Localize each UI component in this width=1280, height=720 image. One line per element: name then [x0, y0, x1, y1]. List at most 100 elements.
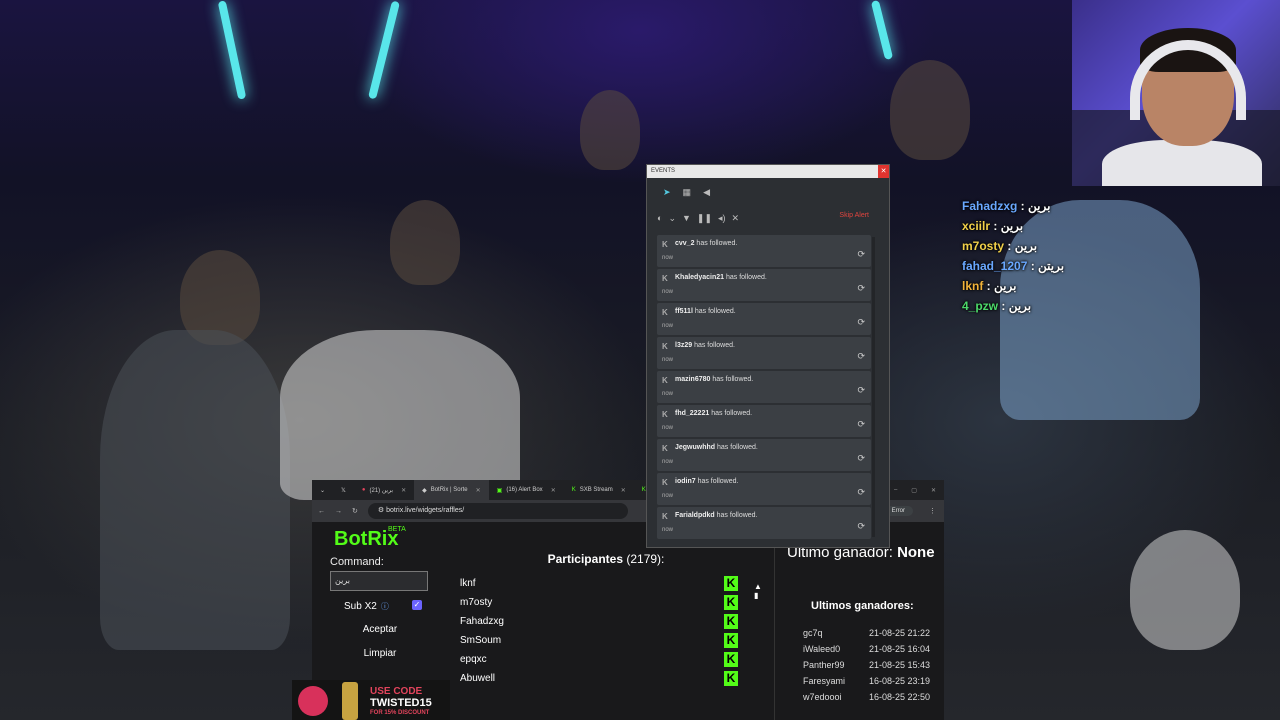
event-action: has followed.: [711, 410, 753, 417]
kick-icon: K: [662, 240, 668, 249]
browser-tab[interactable]: ▣ (16) Alert Box ✕: [489, 480, 564, 500]
info-icon[interactable]: ⓘ: [381, 601, 389, 612]
command-input[interactable]: برين: [330, 571, 428, 591]
clear-button[interactable]: Limpiar: [330, 645, 430, 663]
participants-header: Participantes (2179):: [446, 552, 766, 566]
winner-name: Faresyami: [803, 676, 846, 686]
chat-message: xciilr : برين: [962, 219, 1024, 233]
winner-row: iWaleed0 21-08-25 16:04: [803, 644, 943, 660]
event-time: now: [662, 289, 674, 295]
participants-label: Participantes: [547, 552, 623, 566]
back-icon[interactable]: ←: [318, 508, 325, 515]
browser-tab[interactable]: ◆ BotRix | Sorte ✕: [414, 480, 489, 500]
replay-icon[interactable]: ⟳: [857, 487, 865, 498]
winner-name: Panther99: [803, 660, 845, 670]
chat-username: fahad_1207: [962, 259, 1028, 273]
menu-icon[interactable]: ⋮: [929, 507, 936, 515]
scrollbar[interactable]: ▲ ▮: [754, 582, 762, 600]
twitch-icon: ●: [361, 487, 366, 493]
close-tab-icon[interactable]: ✕: [551, 487, 556, 494]
kick-icon: K: [662, 410, 668, 419]
replay-icon[interactable]: ⟳: [857, 351, 865, 362]
shield-icon[interactable]: ◐: [657, 213, 662, 223]
participants-count: (2179):: [626, 552, 665, 566]
megaphone-icon[interactable]: ◀: [703, 187, 710, 198]
beta-badge: BETA: [388, 526, 406, 533]
event-time: now: [662, 357, 674, 363]
promo-code: TWISTED15: [370, 697, 432, 709]
replay-icon[interactable]: ⟳: [857, 283, 865, 294]
kick-icon: K: [724, 614, 738, 629]
replay-icon[interactable]: ⟳: [857, 521, 865, 532]
participant-name: m7osty: [460, 597, 493, 608]
participants-list[interactable]: lknf K m7osty K Fahadzxg K SmSoum K epqxc K A…: [446, 574, 766, 688]
event-item: K Farialdpdkd has followed. now ⟳: [657, 507, 871, 539]
list-item[interactable]: lknf K: [446, 574, 766, 593]
participant-name: epqxc: [460, 654, 487, 665]
list-item[interactable]: SmSoum K: [446, 631, 766, 650]
reload-icon[interactable]: ↻: [352, 507, 358, 515]
volume-icon[interactable]: ◂): [718, 213, 726, 224]
scrollbar[interactable]: [872, 237, 875, 537]
event-user: cvv_2: [675, 240, 695, 247]
replay-icon[interactable]: ⟳: [857, 317, 865, 328]
event-user: fhd_22221: [675, 410, 710, 417]
crowd-person: [280, 330, 520, 500]
skip-alert-button[interactable]: Skip Alert: [839, 212, 869, 219]
chat-text: بريتن: [1038, 259, 1065, 273]
maximize-icon[interactable]: ▢: [911, 487, 917, 494]
chat-message: 4_pzw : برين: [962, 299, 1032, 313]
chat-text: برين: [1014, 239, 1038, 253]
winner-row: gc7q 21-08-25 21:22: [803, 628, 943, 644]
event-time: now: [662, 527, 674, 533]
kick-icon: K: [724, 671, 738, 686]
url-field[interactable]: ⚙ botrix.live/widgets/raffles/: [367, 503, 628, 519]
alert-icon: ▣: [496, 487, 503, 494]
minimize-icon[interactable]: –: [894, 487, 897, 494]
accept-button[interactable]: Aceptar: [330, 621, 430, 639]
browser-tab[interactable]: K SXB Stream ✕: [564, 480, 634, 500]
event-time: now: [662, 255, 674, 261]
close-tab-icon[interactable]: ✕: [476, 487, 481, 494]
webcam-overlay: [1072, 0, 1280, 186]
kick-icon: K: [662, 478, 668, 487]
sponsor-banner: USE CODE TWISTED15 FOR 15% DISCOUNT: [292, 680, 450, 720]
kick-icon: K: [662, 376, 668, 385]
winner-date: 16-08-25 23:19: [869, 676, 931, 686]
events-toolbar: ◐ ⌄ ▼ ❚❚ ◂) ✕ Skip Alert: [647, 206, 889, 230]
event-item: Kmazin6780 has followed. now ⟳: [657, 371, 871, 403]
close-tab-icon[interactable]: ✕: [401, 487, 406, 494]
events-tabs: ➤ ▦ ◀: [647, 178, 889, 206]
event-user: Jegwuwhhd: [675, 444, 716, 451]
sub-checkbox[interactable]: ✓: [412, 600, 422, 610]
gift-icon[interactable]: ▦: [683, 187, 692, 198]
close-window-icon[interactable]: ✕: [931, 487, 936, 494]
list-item[interactable]: Fahadzxg K: [446, 612, 766, 631]
event-user: ff511l: [675, 308, 693, 315]
winner-date: 21-08-25 15:43: [869, 660, 931, 670]
list-item[interactable]: epqxc K: [446, 650, 766, 669]
site-info-icon[interactable]: ⚙: [378, 507, 386, 514]
mute-icon[interactable]: ✕: [732, 213, 740, 224]
event-user: l3z29: [675, 342, 693, 349]
tab-menu-icon[interactable]: ⌄: [312, 480, 333, 500]
winner-name: iWaleed0: [803, 644, 841, 654]
kick-icon: K: [724, 652, 738, 667]
chevron-down-icon[interactable]: ⌄: [668, 213, 676, 224]
pause-icon[interactable]: ❚❚: [697, 213, 712, 224]
list-item[interactable]: Abuwell K: [446, 669, 766, 688]
send-icon[interactable]: ➤: [663, 187, 671, 198]
list-item[interactable]: m7osty K: [446, 593, 766, 612]
close-tab-icon[interactable]: ✕: [621, 487, 626, 494]
forward-icon[interactable]: →: [335, 508, 342, 515]
replay-icon[interactable]: ⟳: [857, 453, 865, 464]
browser-tab[interactable]: ● (21) برين ✕: [354, 480, 414, 500]
raffle-controls: Command: برين Sub X2 ⓘ ✓ Aceptar Limpiar: [330, 556, 430, 663]
replay-icon[interactable]: ⟳: [857, 385, 865, 396]
filter-icon[interactable]: ▼: [682, 213, 691, 223]
close-icon[interactable]: ✕: [878, 165, 889, 178]
x-logo-icon[interactable]: 𝕏: [333, 480, 354, 500]
replay-icon[interactable]: ⟳: [857, 249, 865, 260]
winner-row: w7edoooi 16-08-25 22:50: [803, 692, 943, 708]
replay-icon[interactable]: ⟳: [857, 419, 865, 430]
